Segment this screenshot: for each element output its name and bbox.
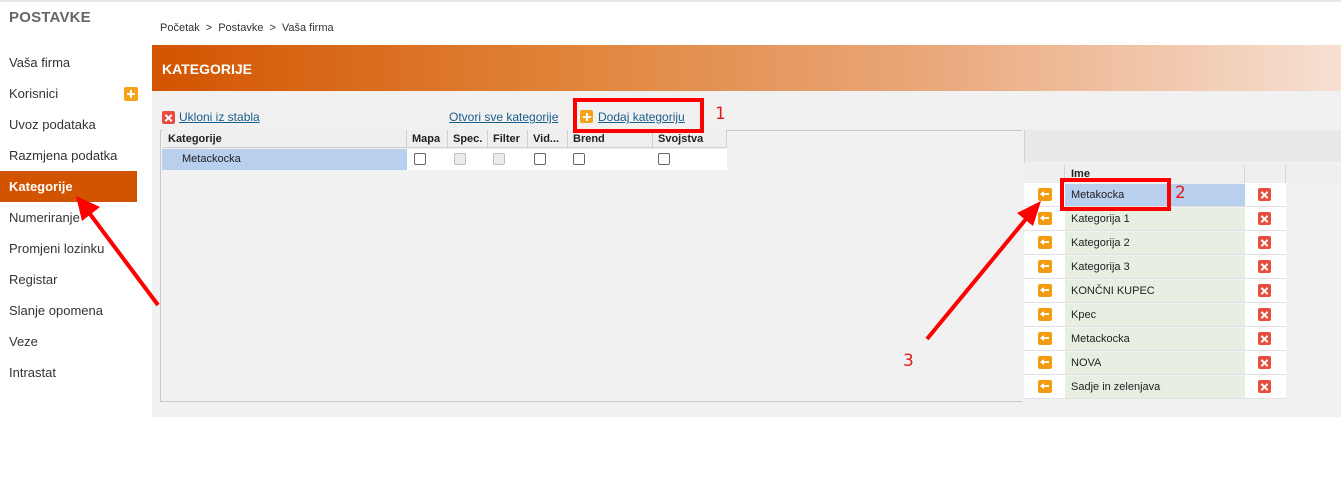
breadcrumb-separator: >	[269, 22, 276, 34]
move-left-icon[interactable]	[1038, 332, 1052, 345]
vid-checkbox[interactable]	[534, 153, 546, 165]
page-header: KATEGORIJE	[152, 45, 1341, 91]
delete-icon[interactable]	[1258, 332, 1271, 345]
delete-cell	[1245, 375, 1286, 399]
remove-icon[interactable]	[162, 111, 175, 124]
delete-cell	[1245, 279, 1286, 303]
breadcrumb-item-pocetak[interactable]: Početak	[160, 22, 200, 34]
breadcrumb-separator: >	[205, 22, 213, 34]
delete-icon[interactable]	[1258, 188, 1271, 201]
svojstva-checkbox[interactable]	[658, 153, 670, 165]
list-item: Kategorija 3	[1024, 255, 1286, 279]
top-border	[0, 0, 1341, 2]
delete-icon[interactable]	[1258, 380, 1271, 393]
sidebar-item-kategorije[interactable]: Kategorije	[0, 171, 137, 202]
column-header-delete	[1245, 165, 1286, 183]
mapa-checkbox[interactable]	[414, 153, 426, 165]
list-item: NOVA	[1024, 351, 1286, 375]
list-item: Kategorija 2	[1024, 231, 1286, 255]
delete-cell	[1245, 351, 1286, 375]
move-left-icon[interactable]	[1038, 380, 1052, 393]
column-header-spec: Spec.	[448, 130, 488, 148]
breadcrumb: Početak > Postavke > Vaša firma	[160, 22, 334, 34]
annotation-label-1: 1	[715, 104, 726, 124]
sidebar-item-veze[interactable]: Veze	[0, 326, 137, 357]
column-header-blank	[1024, 165, 1065, 183]
move-left-icon[interactable]	[1038, 188, 1052, 201]
list-item-name[interactable]: Kategorija 2	[1065, 232, 1245, 254]
breadcrumb-item-postavke[interactable]: Postavke	[218, 22, 263, 34]
sidebar-item-label: Korisnici	[9, 86, 59, 101]
spec-checkbox	[454, 153, 466, 165]
breadcrumb-item-vasa-firma[interactable]: Vaša firma	[282, 22, 334, 34]
move-left-icon[interactable]	[1038, 212, 1052, 225]
open-all-categories-link[interactable]: Otvori sve kategorije	[449, 110, 558, 124]
page-title: KATEGORIJE	[162, 61, 252, 77]
category-list-header	[1024, 130, 1341, 164]
list-item: Kpec	[1024, 303, 1286, 327]
delete-cell	[1245, 183, 1286, 207]
list-item-name[interactable]: NOVA	[1065, 352, 1245, 374]
delete-icon[interactable]	[1258, 356, 1271, 369]
column-header-mapa: Mapa	[407, 130, 448, 148]
add-user-icon[interactable]	[124, 87, 138, 101]
delete-cell	[1245, 327, 1286, 351]
annotation-label-2: 2	[1175, 183, 1186, 203]
list-item: Metackocka	[1024, 327, 1286, 351]
list-item-name[interactable]: Sadje in zelenjava	[1065, 376, 1245, 398]
delete-icon[interactable]	[1258, 308, 1271, 321]
list-item: KONČNI KUPEC	[1024, 279, 1286, 303]
column-header-kategorije: Kategorije	[163, 130, 407, 148]
annotation-box-2	[1060, 178, 1171, 211]
list-item-name[interactable]: Kategorija 1	[1065, 208, 1245, 230]
sidebar-item-razmjena-podatka[interactable]: Razmjena podatka	[0, 140, 137, 171]
sidebar-item-korisnici[interactable]: Korisnici	[0, 78, 137, 109]
sidebar-item-vasa-firma[interactable]: Vaša firma	[0, 47, 137, 78]
delete-cell	[1245, 303, 1286, 327]
brend-checkbox[interactable]	[573, 153, 585, 165]
sidebar-item-slanje-opomena[interactable]: Slanje opomena	[0, 295, 137, 326]
list-item-name[interactable]: Kpec	[1065, 304, 1245, 326]
delete-cell	[1245, 231, 1286, 255]
delete-cell	[1245, 207, 1286, 231]
column-header-vid: Vid...	[528, 130, 568, 148]
delete-icon[interactable]	[1258, 260, 1271, 273]
move-left-icon[interactable]	[1038, 356, 1052, 369]
remove-from-tree-link[interactable]: Ukloni iz stabla	[179, 110, 260, 124]
column-header-filter: Filter	[488, 130, 528, 148]
tree-row-metackocka[interactable]: Metackocka	[162, 149, 407, 170]
category-tree	[160, 130, 1022, 402]
filter-checkbox	[493, 153, 505, 165]
delete-icon[interactable]	[1258, 236, 1271, 249]
move-left-icon[interactable]	[1038, 308, 1052, 321]
sidebar-item-registar[interactable]: Registar	[0, 264, 137, 295]
sidebar-title: POSTAVKE	[9, 9, 91, 26]
list-item-name[interactable]: KONČNI KUPEC	[1065, 280, 1245, 302]
list-item: Sadje in zelenjava	[1024, 375, 1286, 399]
delete-icon[interactable]	[1258, 284, 1271, 297]
annotation-box-1	[573, 98, 704, 133]
delete-cell	[1245, 255, 1286, 279]
row-divider	[1024, 398, 1286, 399]
column-header-extra	[1286, 165, 1341, 183]
sidebar-item-uvoz-podataka[interactable]: Uvoz podataka	[0, 109, 137, 140]
move-left-icon[interactable]	[1038, 236, 1052, 249]
delete-icon[interactable]	[1258, 212, 1271, 225]
sidebar-item-intrastat[interactable]: Intrastat	[0, 357, 137, 388]
sidebar-item-numeriranje[interactable]: Numeriranje	[0, 202, 137, 233]
sidebar-item-promjeni-lozinku[interactable]: Promjeni lozinku	[0, 233, 137, 264]
list-item-name[interactable]: Kategorija 3	[1065, 256, 1245, 278]
list-item-name[interactable]: Metackocka	[1065, 328, 1245, 350]
move-left-icon[interactable]	[1038, 260, 1052, 273]
annotation-label-3: 3	[903, 351, 914, 371]
move-left-icon[interactable]	[1038, 284, 1052, 297]
